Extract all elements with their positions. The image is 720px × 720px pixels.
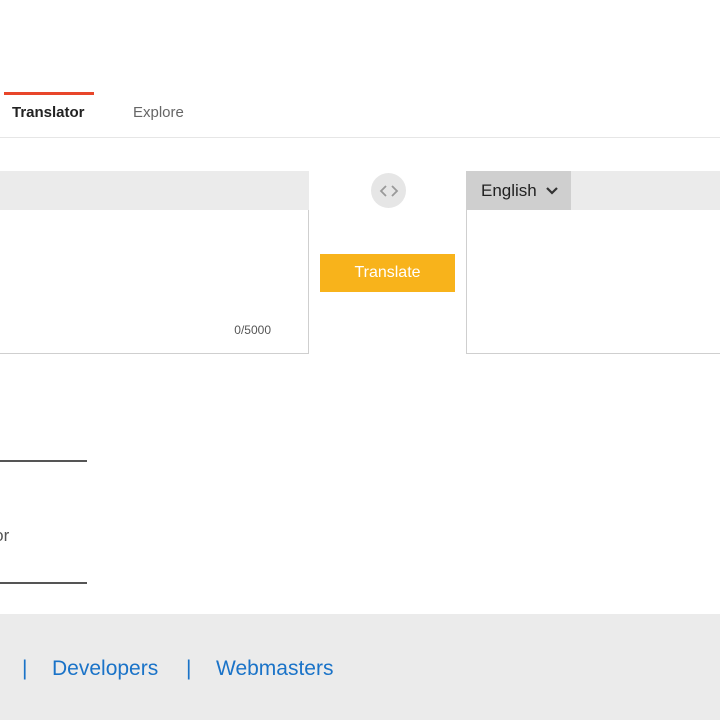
target-language-label: English xyxy=(481,180,537,200)
tab-translator[interactable]: Translator xyxy=(12,104,85,121)
footer-separator: | xyxy=(22,657,28,680)
translation-output xyxy=(466,210,720,354)
tab-explore[interactable]: Explore xyxy=(133,104,184,121)
footer-link-webmasters[interactable]: Webmasters xyxy=(216,657,333,681)
footer-separator: | xyxy=(186,657,192,680)
target-language-bar: English xyxy=(466,171,720,210)
chevron-down-icon xyxy=(545,186,559,196)
target-language-select[interactable]: English xyxy=(466,171,571,210)
translate-button[interactable]: Translate xyxy=(320,254,455,292)
footer: | Developers | Webmasters xyxy=(0,614,720,720)
footer-link-developers[interactable]: Developers xyxy=(52,657,158,681)
active-tab-indicator xyxy=(4,92,94,95)
char-count: 0/5000 xyxy=(234,323,271,337)
source-language-bar[interactable] xyxy=(0,171,309,210)
divider-line xyxy=(0,582,87,584)
side-menu-item[interactable]: ator xyxy=(0,526,9,546)
tab-divider xyxy=(0,137,720,138)
source-text-input[interactable]: 0/5000 xyxy=(0,210,309,354)
swap-icon xyxy=(379,184,398,197)
swap-languages-button[interactable] xyxy=(371,173,406,208)
divider-line xyxy=(0,460,87,462)
